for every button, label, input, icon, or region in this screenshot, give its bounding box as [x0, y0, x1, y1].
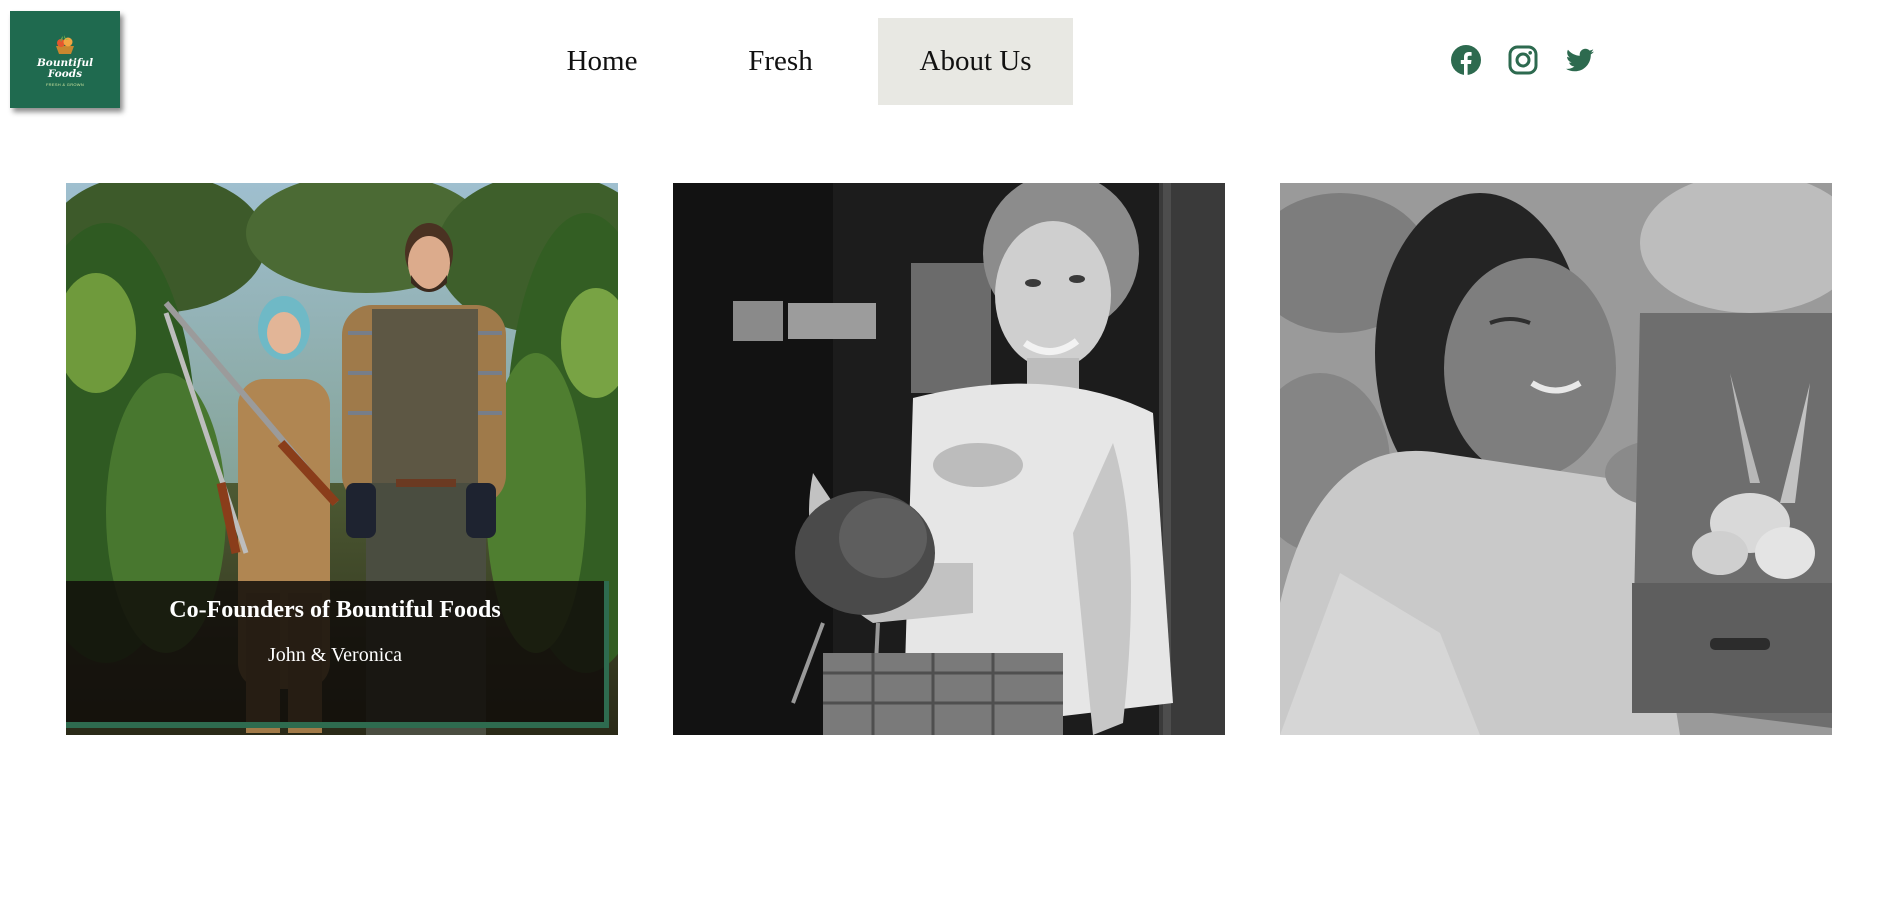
gallery-card-vegetables[interactable]	[1280, 183, 1832, 735]
caption-title: Co-Founders of Bountiful Foods	[169, 597, 501, 623]
gallery-card-chicken[interactable]	[673, 183, 1225, 735]
brand-tagline: FRESH & GROWN	[45, 82, 85, 87]
brand-name: Bountiful Foods	[36, 57, 94, 80]
woman-with-vegetable-crate-photo	[1280, 183, 1832, 735]
caption-subtitle: John & Veronica	[267, 644, 403, 666]
gallery-card-founders[interactable]: Co-Founders of Bountiful Foods John & Ve…	[66, 183, 618, 735]
nav-about-us[interactable]: About Us	[878, 18, 1073, 105]
produce-basket-icon	[56, 35, 74, 54]
twitter-icon[interactable]	[1564, 44, 1596, 76]
facebook-icon[interactable]	[1450, 44, 1482, 76]
brand-logo[interactable]: Bountiful Foods FRESH & GROWN	[10, 11, 120, 108]
social-links	[1450, 44, 1596, 76]
woman-holding-chicken-photo	[673, 183, 1225, 735]
founders-caption: Co-Founders of Bountiful Foods John & Ve…	[66, 581, 609, 728]
main-nav: Home Fresh About Us	[521, 18, 1073, 105]
instagram-icon[interactable]	[1507, 44, 1539, 76]
nav-fresh[interactable]: Fresh	[683, 18, 878, 105]
nav-home[interactable]: Home	[521, 18, 683, 105]
